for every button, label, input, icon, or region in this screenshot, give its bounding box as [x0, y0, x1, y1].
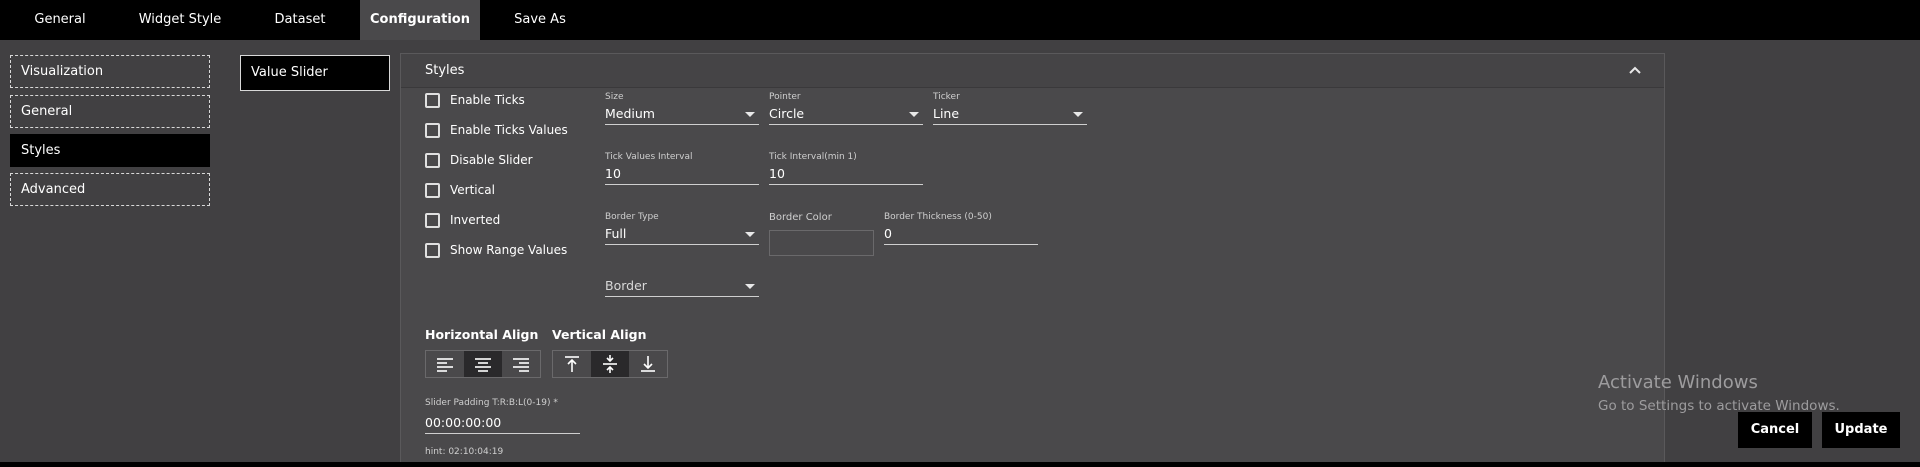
tick-values-interval-label: Tick Values Interval — [605, 152, 693, 162]
checkbox-box[interactable] — [425, 242, 440, 258]
checkbox-disable-slider[interactable]: Disable Slider — [425, 151, 533, 169]
top-tab-bar: General Widget Style Dataset Configurati… — [0, 0, 1920, 40]
styles-panel-header[interactable]: Styles — [401, 54, 1664, 88]
checkbox-label: Disable Slider — [450, 153, 533, 167]
widget-type-item[interactable]: Value Slider — [240, 55, 390, 91]
size-dropdown[interactable]: Medium — [605, 103, 759, 125]
checkbox-label: Vertical — [450, 183, 495, 197]
tick-interval-label: Tick Interval(min 1) — [769, 152, 857, 162]
checkbox-enable-ticks[interactable]: Enable Ticks — [425, 91, 525, 109]
border-color-field: Border Color — [769, 212, 879, 256]
align-right-button[interactable] — [502, 351, 540, 377]
border-color-label: Border Color — [769, 212, 832, 223]
border-dropdown[interactable]: Border — [605, 275, 759, 297]
ticker-select: Ticker Line — [933, 91, 1087, 125]
align-left-button[interactable] — [426, 351, 464, 377]
pointer-dropdown[interactable]: Circle — [769, 103, 923, 125]
align-right-icon — [513, 358, 529, 372]
ticker-dropdown[interactable]: Line — [933, 103, 1087, 125]
caret-down-icon — [745, 284, 755, 289]
checkbox-enable-ticks-values[interactable]: Enable Ticks Values — [425, 121, 568, 139]
slider-padding-label: Slider Padding T:R:B:L(0-19) * — [425, 398, 558, 408]
styles-panel-title: Styles — [425, 63, 465, 78]
align-left-icon — [437, 358, 453, 372]
horizontal-align-title: Horizontal Align — [425, 327, 539, 342]
border-thickness-input[interactable]: 0 — [884, 223, 1038, 245]
tick-values-interval-field: Tick Values Interval 10 — [605, 151, 759, 185]
border-color-picker[interactable] — [769, 230, 874, 256]
tab-save-as[interactable]: Save As — [502, 0, 578, 40]
pointer-value: Circle — [769, 106, 805, 121]
checkbox-label: Inverted — [450, 213, 501, 227]
cancel-button[interactable]: Cancel — [1738, 412, 1812, 448]
align-bottom-button[interactable] — [629, 351, 667, 377]
ticker-value: Line — [933, 106, 960, 121]
ticker-label: Ticker — [933, 92, 960, 102]
checkbox-label: Enable Ticks — [450, 93, 525, 107]
tick-interval-input[interactable]: 10 — [769, 163, 923, 185]
checkbox-label: Show Range Values — [450, 243, 568, 257]
nav-visualization[interactable]: Visualization — [10, 55, 210, 88]
border-type-dropdown[interactable]: Full — [605, 223, 759, 245]
checkbox-box[interactable] — [425, 212, 440, 228]
update-button[interactable]: Update — [1822, 412, 1900, 448]
checkbox-show-range-values[interactable]: Show Range Values — [425, 241, 567, 259]
activate-windows-title: Activate Windows — [1598, 372, 1758, 393]
size-value: Medium — [605, 106, 655, 121]
nav-styles[interactable]: Styles — [10, 134, 210, 167]
size-label: Size — [605, 92, 624, 102]
tab-general[interactable]: General — [22, 0, 98, 40]
styles-panel: Styles Enable Ticks Enable Ticks Values … — [400, 53, 1665, 467]
border-select-value: Border — [605, 278, 647, 293]
checkbox-box[interactable] — [425, 152, 440, 168]
tick-values-interval-input[interactable]: 10 — [605, 163, 759, 185]
horizontal-align-group — [425, 350, 541, 378]
slider-padding-input[interactable]: 00:00:00:00 — [425, 412, 580, 434]
vertical-align-group — [552, 350, 668, 378]
pointer-select: Pointer Circle — [769, 91, 923, 125]
align-center-button[interactable] — [464, 351, 502, 377]
bottom-strip — [0, 462, 1920, 467]
border-select: Border — [605, 275, 759, 297]
tab-configuration[interactable]: Configuration — [360, 0, 480, 40]
chevron-up-icon[interactable] — [1628, 63, 1642, 77]
border-thickness-label: Border Thickness (0-50) — [884, 212, 992, 222]
border-thickness-field: Border Thickness (0-50) 0 — [884, 211, 1038, 245]
align-bottom-icon — [641, 356, 655, 372]
caret-down-icon — [745, 232, 755, 237]
tab-widget-style[interactable]: Widget Style — [130, 0, 230, 40]
border-type-label: Border Type — [605, 212, 659, 222]
caret-down-icon — [745, 112, 755, 117]
align-middle-button[interactable] — [591, 351, 629, 377]
align-top-button[interactable] — [553, 351, 591, 377]
tick-interval-field: Tick Interval(min 1) 10 — [769, 151, 923, 185]
vertical-align-title: Vertical Align — [552, 327, 647, 342]
border-type-select: Border Type Full — [605, 211, 759, 245]
align-top-icon — [565, 356, 579, 372]
border-type-value: Full — [605, 226, 627, 241]
checkbox-vertical[interactable]: Vertical — [425, 181, 495, 199]
caret-down-icon — [1073, 112, 1083, 117]
checkbox-box[interactable] — [425, 182, 440, 198]
nav-general[interactable]: General — [10, 95, 210, 128]
pointer-label: Pointer — [769, 92, 801, 102]
checkbox-box[interactable] — [425, 92, 440, 108]
align-middle-icon — [603, 355, 617, 373]
align-center-icon — [475, 358, 491, 372]
checkbox-box[interactable] — [425, 122, 440, 138]
slider-padding-hint: hint: 02:10:04:19 — [425, 447, 504, 457]
checkbox-label: Enable Ticks Values — [450, 123, 568, 137]
size-select: Size Medium — [605, 91, 759, 125]
caret-down-icon — [909, 112, 919, 117]
nav-advanced[interactable]: Advanced — [10, 173, 210, 206]
tab-dataset[interactable]: Dataset — [262, 0, 338, 40]
checkbox-inverted[interactable]: Inverted — [425, 211, 500, 229]
